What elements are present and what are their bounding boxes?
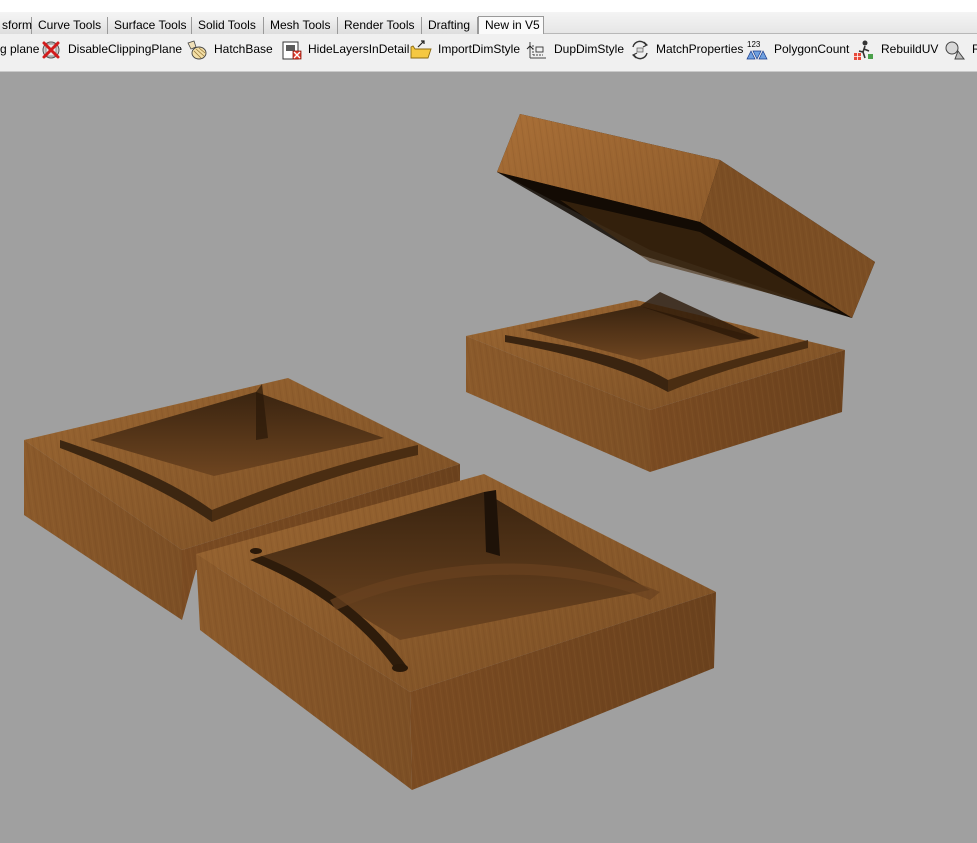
hide-layers-in-detail-icon [282, 41, 302, 60]
rebuild-uv-icon [854, 40, 873, 60]
next-command-label: R [972, 42, 977, 56]
tab-solid-tools[interactable]: Solid Tools [192, 17, 264, 34]
polygon-count-icon: 123 [746, 40, 768, 60]
disable-clipping-plane-button[interactable]: DisableClippingPlane [40, 37, 183, 63]
clipping-plane-label: g plane [0, 42, 40, 56]
clipping-plane-button[interactable]: g plane [0, 37, 40, 63]
tab-new-in-v5[interactable]: New in V5 [478, 16, 544, 35]
hatch-base-label: HatchBase [214, 42, 273, 56]
import-dim-style-button[interactable]: ImportDimStyle [410, 37, 520, 63]
tab-render-tools[interactable]: Render Tools [338, 17, 422, 34]
hatch-base-button[interactable]: HatchBase [186, 37, 276, 63]
next-command-button[interactable]: R [944, 37, 977, 63]
tab-surface-tools[interactable]: Surface Tools [108, 17, 192, 34]
disable-clipping-plane-label: DisableClippingPlane [68, 42, 183, 56]
polygon-count-icon-text: 123 [747, 40, 761, 49]
dup-dim-style-label: DupDimStyle [554, 42, 625, 56]
dup-dim-style-button[interactable]: DupDimStyle [526, 37, 626, 63]
tab-transform[interactable]: sform [0, 17, 32, 34]
box-lid [497, 114, 875, 318]
small-box [466, 292, 845, 472]
disable-clipping-plane-icon [42, 41, 60, 59]
match-properties-button[interactable]: MatchProperties [629, 37, 744, 63]
hatch-base-icon [187, 40, 207, 60]
command-toolbar: g plane DisableClippingPlane HatchBase H… [0, 34, 977, 72]
hide-layers-in-detail-label: HideLayersInDetail [308, 42, 410, 56]
tab-drafting[interactable]: Drafting [422, 17, 478, 34]
next-command-icon [945, 41, 965, 60]
polygon-count-label: PolygonCount [774, 42, 850, 56]
import-dim-style-label: ImportDimStyle [438, 42, 521, 56]
tab-curve-tools[interactable]: Curve Tools [32, 17, 108, 34]
match-properties-icon [631, 40, 649, 60]
rebuild-uv-label: RebuildUV [881, 42, 939, 56]
tab-mesh-tools[interactable]: Mesh Tools [264, 17, 338, 34]
render-viewport[interactable] [0, 72, 977, 838]
toolbar-tab-row: sform Curve Tools Surface Tools Solid To… [0, 12, 977, 35]
import-dim-style-icon [410, 40, 432, 59]
rendered-scene [24, 114, 875, 790]
rebuild-uv-button[interactable]: RebuildUV [853, 37, 939, 63]
dup-dim-style-icon [526, 42, 546, 59]
hide-layers-in-detail-button[interactable]: HideLayersInDetail [281, 37, 410, 63]
match-properties-label: MatchProperties [656, 42, 744, 56]
title-strip [0, 0, 977, 12]
polygon-count-button[interactable]: 123 PolygonCount [746, 37, 850, 63]
